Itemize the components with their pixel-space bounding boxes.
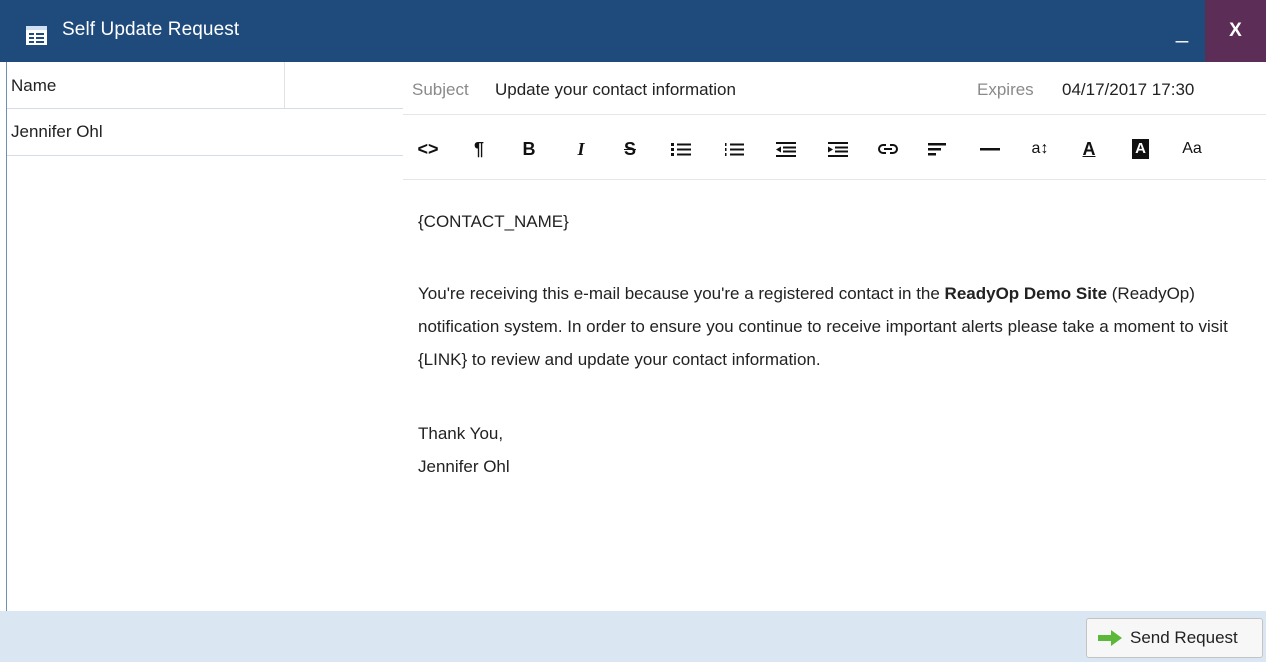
body-text-start: You're receiving this e-mail because you… [418,284,945,303]
site-name: ReadyOp Demo Site [944,284,1108,303]
subject-field[interactable]: Update your contact information [495,80,736,100]
greeting-line: {CONTACT_NAME} [418,212,569,231]
self-update-request-window: Self Update Request _ X Name Jennifer Oh… [0,0,1266,662]
subject-label: Subject [412,80,469,99]
column-header-name-label: Name [11,76,57,95]
expires-field[interactable]: 04/17/2017 17:30 [1062,80,1194,100]
dialog-footer: Send Request [0,611,1266,662]
contact-name-cell: Jennifer Ohl [11,122,103,141]
ordered-list-icon[interactable] [723,137,745,161]
contact-list-pane: Name Jennifer Ohl [6,62,404,611]
subject-bar: Subject Update your contact information … [403,62,1266,115]
unordered-list-icon[interactable] [670,137,692,161]
italic-icon[interactable]: I [573,137,589,161]
send-request-button[interactable]: Send Request [1086,618,1263,658]
close-button[interactable]: X [1205,0,1266,62]
email-body-editor[interactable]: {CONTACT_NAME} You're receiving this e-m… [403,180,1266,610]
code-view-icon[interactable]: <> [417,137,439,161]
background-color-icon[interactable]: A [1132,139,1149,159]
font-color-icon[interactable]: A [1081,137,1097,161]
send-request-label: Send Request [1130,628,1238,647]
column-header-name[interactable]: Name [7,62,285,108]
bold-icon[interactable]: B [521,137,537,161]
signature-line: Jennifer Ohl [418,457,510,476]
minimize-button[interactable]: _ [1160,14,1204,48]
indent-icon[interactable] [827,137,849,161]
expires-label: Expires [977,80,1034,99]
signoff-line: Thank You, [418,424,504,443]
outdent-icon[interactable] [775,137,797,161]
list-header: Name [7,62,403,109]
paragraph-icon[interactable]: ¶ [471,137,487,161]
arrow-right-icon [1098,630,1122,646]
table-row[interactable]: Jennifer Ohl [7,109,403,156]
form-icon [26,26,47,45]
align-icon[interactable] [927,137,947,161]
window-title: Self Update Request [62,19,240,40]
font-family-icon[interactable]: Aa [1181,137,1203,161]
body-paragraph: You're receiving this e-mail because you… [418,277,1248,376]
email-compose-pane: Subject Update your contact information … [403,62,1266,611]
strikethrough-icon[interactable]: S [621,137,639,161]
editor-toolbar: <> ¶ B I S a↕ A A Aa [403,115,1266,180]
font-size-icon[interactable]: a↕ [1027,137,1053,161]
window-titlebar[interactable]: Self Update Request _ X [0,0,1266,62]
horizontal-rule-icon[interactable] [979,137,1001,161]
link-icon[interactable] [877,137,899,161]
